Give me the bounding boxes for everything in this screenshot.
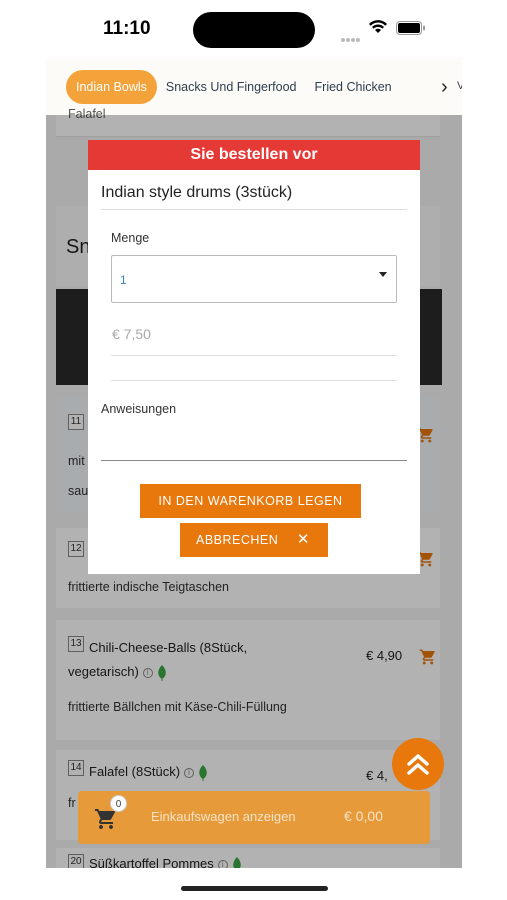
wifi-icon [369,20,387,33]
category-tab-next-partial[interactable]: V [457,80,462,92]
chevron-right-icon[interactable]: › [441,76,448,99]
divider [101,209,407,210]
category-tab-indian-bowls[interactable]: Indian Bowls [66,69,157,104]
modal-price: € 7,50 [112,326,151,342]
double-chevron-up-icon [407,754,429,775]
dynamic-island [193,12,315,48]
divider [111,355,397,356]
quantity-label: Menge [111,231,150,245]
status-bar: 11:10 [0,0,507,58]
quantity-select[interactable]: 1 [111,255,397,303]
caret-down-icon [379,272,387,277]
modal-item-title: Indian style drums (3stück) [101,184,293,201]
home-indicator[interactable] [181,886,328,891]
cancel-button[interactable]: ABBRECHEN ✕ [180,523,328,557]
category-tab-snacks[interactable]: Snacks Und Fingerfood [157,80,306,94]
divider [111,380,397,381]
cart-total: € 0,00 [344,808,383,824]
instructions-label: Anweisungen [101,402,177,416]
cart-count-badge: 0 [110,795,127,812]
preorder-modal: Sie bestellen vor Indian style drums (3s… [88,140,420,574]
view-cart-label: Einkaufswagen anzeigen [151,809,296,824]
modal-header: Sie bestellen vor [88,140,420,170]
category-tab-fried-chicken[interactable]: Fried Chicken [306,80,401,94]
app-screen: Indian Bowls Snacks Und Fingerfood Fried… [46,58,462,868]
add-to-cart-button[interactable]: IN DEN WARENKORB LEGEN [140,484,361,518]
status-time: 11:10 [103,18,151,39]
close-icon: ✕ [296,531,310,548]
category-bar: Indian Bowls Snacks Und Fingerfood Fried… [46,58,462,115]
scroll-top-button[interactable] [392,738,444,790]
cancel-label: ABBRECHEN [196,533,279,547]
quantity-value: 1 [120,273,127,287]
instructions-input[interactable] [101,425,407,460]
instructions-underline [101,460,407,461]
battery-icon [396,21,425,35]
view-cart-bar[interactable]: 0 Einkaufswagen anzeigen € 0,00 [78,791,430,844]
signal-icon [341,29,361,42]
